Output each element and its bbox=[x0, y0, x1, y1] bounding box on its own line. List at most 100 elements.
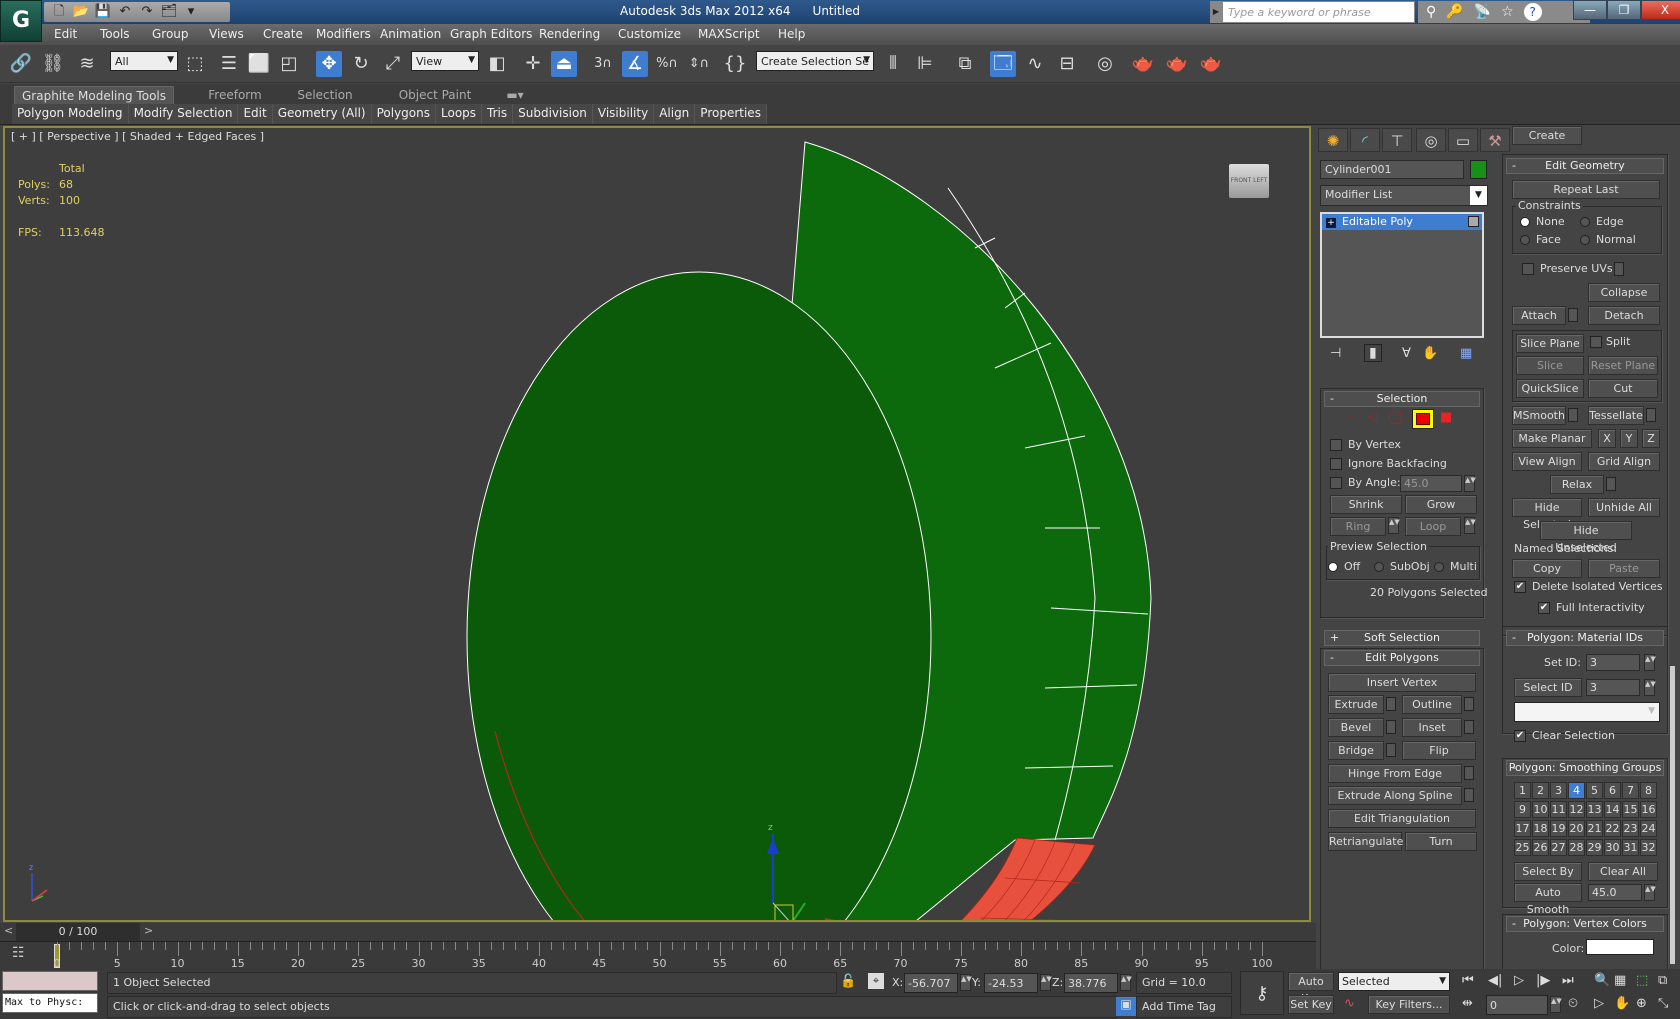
x-coordinate-input[interactable]: -56.707 bbox=[904, 973, 958, 993]
select-and-link-icon[interactable]: 🔗 bbox=[8, 51, 34, 77]
extrude-spline-settings-icon[interactable] bbox=[1464, 788, 1474, 802]
vertex-color-swatch[interactable] bbox=[1586, 939, 1654, 955]
menu-views[interactable]: Views bbox=[209, 27, 244, 41]
planar-y-button[interactable]: Y bbox=[1620, 429, 1638, 448]
modify-tab-icon[interactable]: ◜ bbox=[1350, 128, 1380, 152]
layer-manager-icon[interactable]: ⧉ bbox=[952, 51, 978, 77]
render-setup-icon[interactable]: 🫖 bbox=[1130, 51, 1156, 77]
tessellate-settings-icon[interactable] bbox=[1646, 408, 1656, 422]
slice-button[interactable]: Slice bbox=[1516, 356, 1584, 375]
star-icon[interactable]: ☆ bbox=[1501, 4, 1514, 20]
binoculars-icon[interactable]: ⚲ bbox=[1426, 4, 1436, 20]
bevel-button[interactable]: Bevel bbox=[1328, 718, 1384, 737]
copy-button[interactable]: Copy bbox=[1512, 559, 1582, 578]
keyboard-shortcut-override-icon[interactable]: ⏏ bbox=[551, 51, 577, 77]
panel-tris[interactable]: Tris bbox=[482, 104, 514, 124]
utilities-tab-icon[interactable]: ⚒ bbox=[1480, 128, 1510, 152]
align-icon[interactable]: ⊫ bbox=[912, 51, 938, 77]
add-time-tag-button[interactable]: Add Time Tag bbox=[1136, 996, 1232, 1018]
smoothing-group-30[interactable]: 30 bbox=[1604, 839, 1621, 856]
smoothing-group-14[interactable]: 14 bbox=[1604, 801, 1621, 818]
show-end-result-icon[interactable]: ▮ bbox=[1364, 344, 1382, 362]
select-id-spinner[interactable]: ▲▼ bbox=[1644, 679, 1656, 696]
tab-graphite-modeling-tools[interactable]: Graphite Modeling Tools bbox=[14, 86, 174, 104]
key-filters-button[interactable]: Key Filters... bbox=[1368, 995, 1450, 1014]
auto-key-button[interactable]: Auto Key bbox=[1288, 972, 1334, 1005]
smoothing-group-6[interactable]: 6 bbox=[1604, 782, 1621, 799]
by-vertex-checkbox[interactable] bbox=[1330, 439, 1342, 451]
smoothing-group-5[interactable]: 5 bbox=[1586, 782, 1603, 799]
selection-filter-dropdown[interactable]: All ▼ bbox=[110, 51, 178, 71]
smoothing-group-10[interactable]: 10 bbox=[1532, 801, 1549, 818]
go-to-start-icon[interactable]: ⏮ bbox=[1462, 973, 1474, 988]
panel-loops[interactable]: Loops bbox=[436, 104, 483, 124]
close-button[interactable]: X bbox=[1641, 0, 1680, 20]
key-icon[interactable]: 🔑 bbox=[1446, 4, 1463, 20]
bridge-settings-icon[interactable] bbox=[1386, 743, 1396, 757]
mini-curve-editor-icon[interactable]: ☷ bbox=[12, 945, 25, 961]
by-angle-spinner[interactable]: ▲▼ bbox=[1464, 475, 1476, 492]
maxscript-mini-listener-top[interactable] bbox=[2, 971, 98, 991]
smoothing-group-16[interactable]: 16 bbox=[1640, 801, 1657, 818]
save-icon[interactable]: 💾 bbox=[94, 4, 112, 20]
key-mode-dropdown[interactable]: Selected ▼ bbox=[1338, 972, 1450, 991]
time-tag-icon[interactable]: ▣ bbox=[1116, 997, 1136, 1016]
schematic-view-icon[interactable]: ⊟ bbox=[1054, 51, 1080, 77]
select-id-input[interactable]: 3 bbox=[1586, 679, 1640, 696]
smoothing-group-18[interactable]: 18 bbox=[1532, 820, 1549, 837]
curve-editor-icon[interactable]: ∿ bbox=[1022, 51, 1048, 77]
smoothing-group-26[interactable]: 26 bbox=[1532, 839, 1549, 856]
select-id-button[interactable]: Select ID bbox=[1514, 678, 1582, 697]
next-frame-icon[interactable]: |▶ bbox=[1536, 973, 1550, 988]
detach-button[interactable]: Detach bbox=[1588, 306, 1660, 325]
previous-frame-icon[interactable]: ◀| bbox=[1488, 973, 1502, 988]
display-tab-icon[interactable]: ▭ bbox=[1448, 128, 1478, 152]
inset-button[interactable]: Inset bbox=[1402, 718, 1462, 737]
percent-snap-icon[interactable]: %∩ bbox=[654, 51, 680, 77]
application-menu-button[interactable]: G bbox=[0, 0, 42, 42]
y-spinner[interactable]: ▲▼ bbox=[1040, 974, 1052, 991]
smoothing-group-32[interactable]: 32 bbox=[1640, 839, 1657, 856]
paste-button[interactable]: Paste bbox=[1588, 559, 1660, 578]
snaps-toggle-icon[interactable]: 3∩ bbox=[590, 51, 616, 77]
minimize-button[interactable]: — bbox=[1573, 0, 1607, 20]
key-mode-toggle-icon[interactable]: ⇹ bbox=[1462, 996, 1473, 1011]
reset-plane-button[interactable]: Reset Plane bbox=[1588, 356, 1658, 375]
outline-settings-icon[interactable] bbox=[1464, 697, 1474, 711]
extrude-button[interactable]: Extrude bbox=[1328, 695, 1384, 714]
select-and-move-icon[interactable]: ✥ bbox=[316, 51, 342, 77]
field-of-view-icon[interactable]: ▷ bbox=[1594, 996, 1604, 1011]
smoothing-group-29[interactable]: 29 bbox=[1586, 839, 1603, 856]
ribbon-options-icon[interactable]: ▬▾ bbox=[500, 86, 530, 104]
edit-geometry-rollout-header[interactable]: - Edit Geometry bbox=[1506, 158, 1664, 174]
msmooth-button[interactable]: MSmooth bbox=[1512, 406, 1566, 425]
time-slider-prev[interactable]: < bbox=[4, 924, 13, 937]
clear-all-button[interactable]: Clear All bbox=[1588, 862, 1658, 881]
select-by-name-icon[interactable]: ☰ bbox=[216, 51, 242, 77]
polygon-mode-icon[interactable] bbox=[1412, 409, 1434, 429]
named-selection-sets-dropdown[interactable]: Create Selection Se ▼ bbox=[756, 51, 874, 71]
reference-coordinate-dropdown[interactable]: View ▼ bbox=[411, 51, 479, 71]
smoothing-group-25[interactable]: 25 bbox=[1514, 839, 1531, 856]
vertex-mode-icon[interactable]: ⁖ bbox=[1348, 410, 1356, 425]
relax-settings-icon[interactable] bbox=[1606, 477, 1616, 491]
flip-button[interactable]: Flip bbox=[1402, 741, 1476, 760]
search-input[interactable]: Type a keyword or phrase bbox=[1222, 1, 1415, 23]
track-bar[interactable]: ☷ 0 5 10 15 20 25 30 35 40 45 50 55 60 65 70 75 80 85 90 95… bbox=[0, 941, 1316, 970]
go-to-end-icon[interactable]: ⏭ bbox=[1562, 973, 1574, 988]
tab-selection[interactable]: Selection bbox=[280, 86, 370, 104]
menu-customize[interactable]: Customize bbox=[618, 27, 681, 41]
panel-align[interactable]: Align bbox=[654, 104, 696, 124]
view-align-button[interactable]: View Align bbox=[1512, 452, 1582, 471]
loop-button[interactable]: Loop bbox=[1405, 517, 1461, 536]
element-mode-icon[interactable]: ■ bbox=[1440, 410, 1452, 425]
object-name-field[interactable]: Cylinder001 bbox=[1320, 160, 1464, 179]
motion-tab-icon[interactable]: ◎ bbox=[1416, 128, 1446, 152]
constraint-normal-radio[interactable] bbox=[1580, 235, 1590, 245]
edit-named-selection-icon[interactable]: {} bbox=[722, 51, 748, 77]
preview-subobj-radio[interactable] bbox=[1374, 562, 1384, 572]
spinner-snap-icon[interactable]: ⇕∩ bbox=[686, 51, 712, 77]
z-coordinate-input[interactable]: 38.776 bbox=[1064, 973, 1118, 993]
smoothing-group-21[interactable]: 21 bbox=[1586, 820, 1603, 837]
smoothing-group-24[interactable]: 24 bbox=[1640, 820, 1657, 837]
